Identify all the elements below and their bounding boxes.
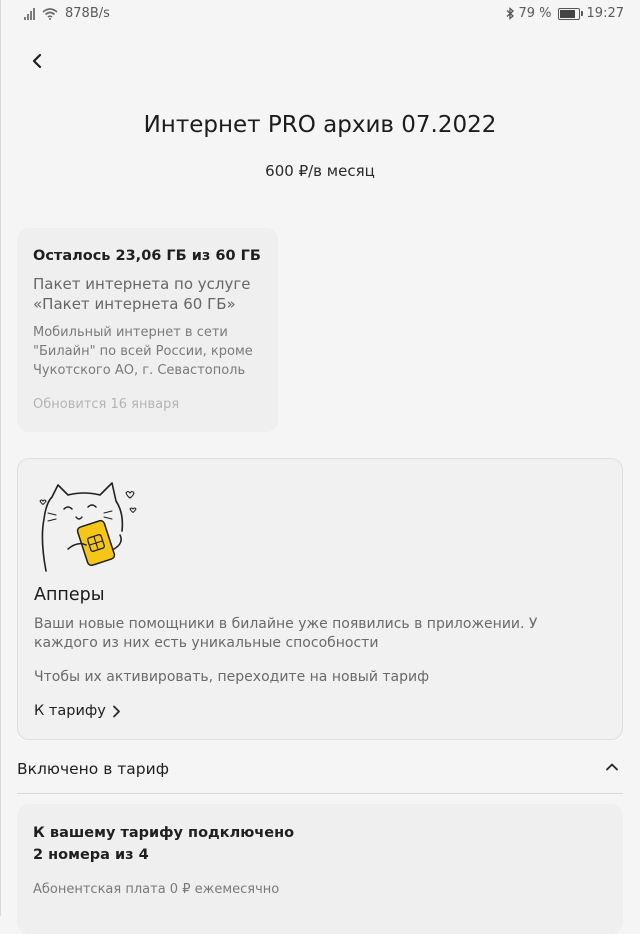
connected-numbers-title: К вашему тарифу подключено: [33, 825, 295, 841]
clock: 19:27: [586, 6, 624, 21]
status-right: 79 % 19:27: [505, 6, 624, 21]
bluetooth-icon: [506, 7, 514, 20]
status-bar: 878B/s 79 % 19:27: [0, 0, 640, 30]
cat-with-sim-illustration: [39, 482, 137, 572]
page-title: Интернет PRO архив 07.2022: [143, 112, 497, 138]
network-speed: 878B/s: [65, 6, 110, 21]
uppers-note: Чтобы их активировать, переходите на нов…: [34, 669, 430, 685]
chevron-right-icon: [112, 705, 120, 717]
included-section-title: Включено в тариф: [17, 760, 169, 778]
uppers-title: Апперы: [34, 585, 105, 605]
to-tariff-label: К тарифу: [34, 703, 106, 719]
package-remaining: Осталось 23,06 ГБ из 60 ГБ: [33, 248, 261, 264]
battery-fill: [559, 9, 576, 18]
package-name: Пакет интернета по услуге «Пакет интерне…: [33, 275, 251, 313]
connected-numbers-count: 2 номера из 4: [33, 847, 149, 863]
package-description: Мобильный интернет в сети "Билайн" по вс…: [33, 325, 253, 378]
package-renewal-date: Обновится 16 января: [33, 397, 180, 412]
tariff-price: 600 ₽/в месяц: [265, 162, 375, 180]
to-tariff-link[interactable]: К тарифу: [34, 703, 121, 719]
uppers-card: Апперы Ваши новые помощники в билайне уж…: [17, 458, 623, 740]
battery-icon: [557, 7, 583, 20]
uppers-description: Ваши новые помощники в билайне уже появи…: [34, 616, 538, 651]
chevron-left-icon: [32, 53, 42, 69]
chevron-up-icon: [606, 763, 618, 771]
numbers-subscription-fee: Абонентская плата 0 ₽ ежемесячно: [33, 882, 280, 897]
signal-icon: [24, 7, 35, 20]
connected-numbers-card[interactable]: К вашему тарифу подключено 2 номера из 4…: [17, 804, 623, 934]
battery-percent: 79 %: [518, 6, 552, 21]
included-section-toggle[interactable]: Включено в тариф: [17, 752, 623, 794]
back-button[interactable]: [22, 46, 52, 76]
status-left: 878B/s: [24, 6, 110, 21]
wifi-icon: [42, 7, 58, 20]
internet-package-card[interactable]: Осталось 23,06 ГБ из 60 ГБ Пакет интерне…: [17, 228, 278, 432]
